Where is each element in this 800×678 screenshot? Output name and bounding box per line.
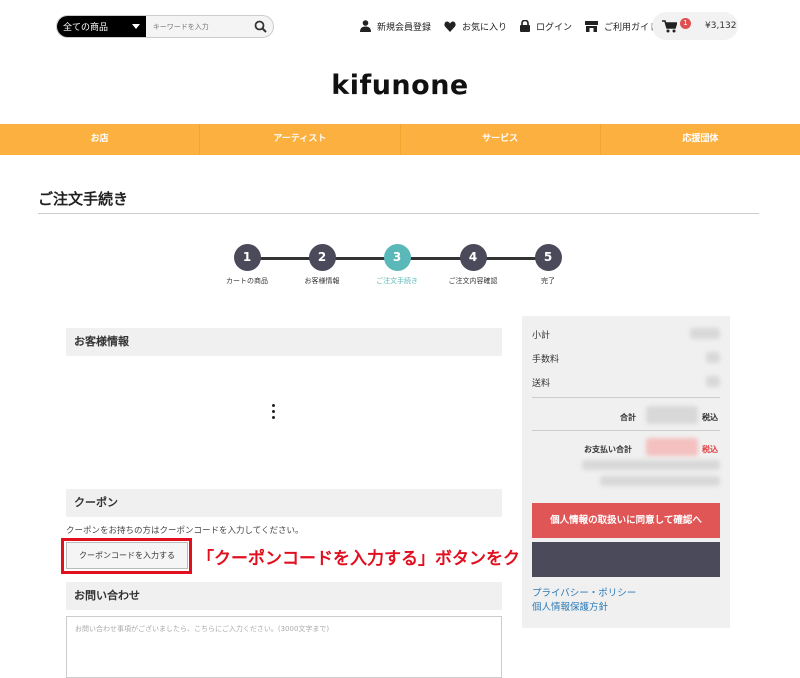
payment-total-value-blurred (646, 438, 698, 456)
search-input[interactable] (145, 16, 249, 37)
cart-button[interactable]: 1 ¥3,132 (652, 12, 738, 40)
inquiry-heading: お問い合わせ (66, 582, 502, 610)
site-logo[interactable]: kifunone (0, 70, 800, 101)
main-menu: お店 アーティスト サービス 応援団体 (0, 124, 800, 155)
login-label: ログイン (536, 22, 573, 33)
step-5: 5 完了 (508, 244, 588, 286)
payment-total-label: お支払い合計 (584, 445, 632, 454)
total-value-blurred (646, 406, 698, 424)
personal-info-policy-link[interactable]: 個人情報保護方針 (532, 599, 608, 613)
step-number: 1 (233, 244, 261, 271)
ellipsis-icon (271, 404, 277, 422)
cart-icon (662, 19, 677, 32)
step-number: 4 (459, 244, 487, 271)
heart-icon (444, 21, 456, 32)
favorites-label: お気に入り (462, 22, 508, 33)
search-bar: 全ての商品 (56, 15, 274, 38)
caret-down-icon (131, 24, 140, 29)
shop-icon (585, 20, 599, 32)
inquiry-textarea[interactable]: お問い合わせ事項がございましたら、こちらにご入力ください。(3000文字まで) (66, 616, 502, 678)
coupon-heading: クーポン (66, 489, 502, 517)
step-2: 2 お客様情報 (282, 244, 362, 286)
notice-text-blurred (582, 460, 720, 470)
cart-total: ¥3,132 (705, 21, 737, 31)
guide-label: ご利用ガイド (604, 22, 659, 33)
register-link[interactable]: 新規会員登録 (360, 20, 431, 33)
consent-confirm-button[interactable]: 個人情報の取扱いに同意して確認へ (532, 503, 720, 538)
order-summary: 小計 手数料 送料 合計 税込 お支払い合計 税込 個人情報の取扱いに同意して確… (522, 316, 730, 628)
summary-divider (532, 430, 720, 431)
step-label: カートの商品 (226, 277, 268, 285)
back-button[interactable] (532, 542, 720, 577)
cart-count-badge: 1 (680, 18, 691, 29)
highlight-box (61, 538, 192, 574)
customer-info-heading: お客様情報 (66, 328, 502, 356)
title-divider (38, 213, 759, 214)
shipping-label: 送料 (532, 379, 551, 389)
step-label: ご注文手続き (376, 277, 418, 285)
step-number: 2 (308, 244, 336, 271)
instruction-annotation: 「クーポンコードを入力する」ボタンをクリック (197, 549, 571, 569)
privacy-policy-link[interactable]: プライバシー・ポリシー (532, 585, 636, 599)
user-icon (360, 20, 371, 32)
category-label: 全ての商品 (63, 23, 109, 33)
lock-icon (520, 20, 531, 32)
summary-divider (532, 397, 720, 398)
step-number: 3 (383, 244, 411, 271)
login-link[interactable]: ログイン (520, 20, 572, 33)
menu-item-service[interactable]: サービス (401, 124, 601, 155)
step-4: 4 ご注文内容確認 (433, 244, 513, 286)
tax-included-label: 税込 (702, 445, 718, 454)
top-nav: 新規会員登録 お気に入り ログイン ご利用ガイド (360, 13, 671, 39)
guide-link[interactable]: ご利用ガイド (585, 20, 658, 33)
step-label: 完了 (541, 277, 555, 285)
menu-item-support[interactable]: 応援団体 (601, 124, 800, 155)
step-label: ご注文内容確認 (448, 277, 498, 285)
notice-text-blurred (600, 476, 720, 486)
category-select[interactable]: 全ての商品 (57, 16, 146, 37)
page-title: ご注文手続き (38, 190, 129, 208)
step-number: 5 (534, 244, 562, 271)
search-icon[interactable] (249, 16, 273, 37)
total-label: 合計 (620, 413, 636, 422)
register-label: 新規会員登録 (377, 22, 432, 33)
subtotal-label: 小計 (532, 331, 551, 341)
menu-item-shop[interactable]: お店 (0, 124, 201, 155)
step-1: 1 カートの商品 (207, 244, 287, 286)
step-label: お客様情報 (304, 277, 340, 285)
subtotal-value-blurred (690, 328, 720, 339)
fee-label: 手数料 (532, 355, 560, 365)
fee-value-blurred (706, 352, 720, 363)
menu-item-artist[interactable]: アーティスト (200, 124, 401, 155)
step-3: 3 ご注文手続き (357, 244, 437, 286)
tax-included-label: 税込 (702, 413, 718, 422)
favorites-link[interactable]: お気に入り (444, 20, 507, 33)
shipping-value-blurred (706, 376, 720, 387)
coupon-description: クーポンをお持ちの方はクーポンコードを入力してください。 (66, 526, 304, 536)
